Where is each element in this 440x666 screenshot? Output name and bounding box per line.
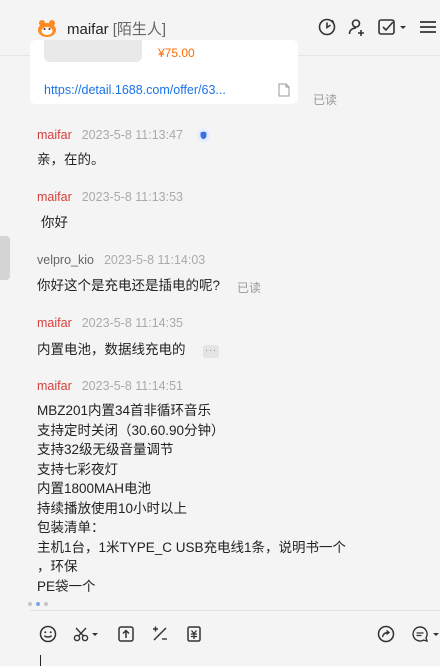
message-text: 你好这个是充电还是插电的呢? [37,278,221,293]
message-meta: maifar 2023-5-8 11:13:47 [37,128,183,142]
product-card[interactable]: ¥75.00 https://detail.1688.com/offer/63.… [30,40,298,104]
product-link[interactable]: https://detail.1688.com/offer/63... [44,83,226,97]
sender-name: maifar [37,128,72,142]
input-toolbar [0,612,440,656]
contact-title: maifar [陌生人] [67,18,166,39]
contact-name: maifar [67,21,109,38]
message-meta: maifar 2023-5-8 11:13:53 [37,190,183,204]
message-line: 主机1台，1米TYPE_C USB充电线1条，说明书一个 [37,539,347,555]
price-tag-icon[interactable] [184,624,204,644]
message-time: 2023-5-8 11:13:47 [81,128,183,142]
refresh-icon[interactable] [316,16,338,38]
message-line: 持续播放使用10小时以上 [37,500,188,516]
message-meta: maifar 2023-5-8 11:14:35 [37,316,183,330]
message-line: 内置1800MAH电池 [37,481,152,496]
side-collapse-tab[interactable] [0,236,10,280]
message-time: 2023-5-8 11:14:03 [103,253,206,267]
chat-settings-icon[interactable] [410,624,440,644]
message-line: PE袋一个 [37,578,96,594]
emoji-icon[interactable] [38,624,58,644]
message-line: ，环保 [37,559,78,574]
message-line: 包装清单： [37,520,105,535]
message-line: 支持32级无级音量调节 [37,442,174,457]
read-status: 已读 [313,93,338,107]
input-divider [30,610,440,611]
message-text: 你好 [41,215,68,230]
product-thumbnail [44,40,142,62]
more-options-icon[interactable]: ··· [203,345,219,358]
screenshot-scissors-icon[interactable] [72,624,100,644]
shield-icon [197,129,210,142]
order-dropdown-icon[interactable] [376,16,408,38]
message-time: 2023-5-8 11:13:53 [81,190,183,204]
message-time: 2023-5-8 11:14:35 [81,316,183,330]
text-input-caret[interactable] [40,655,41,666]
product-price: ¥75.00 [158,46,195,60]
message-time: 2023-5-8 11:14:51 [81,379,183,393]
sender-name: maifar [37,190,72,204]
message-text-multiline: MBZ201内置34首非循环音乐 支持定时关闭（30.60.90分钟） 支持32… [37,401,367,596]
menu-icon[interactable] [418,16,438,38]
share-icon[interactable] [376,624,396,644]
discount-icon[interactable] [150,624,170,644]
read-status: 已读 [237,281,262,295]
message-line: 支持定时关闭（30.60.90分钟） [37,422,225,438]
message-meta: maifar 2023-5-8 11:14:51 [37,379,183,393]
message-line: MBZ201内置34首非循环音乐 [37,403,212,418]
contact-tag: [陌生人] [112,21,167,38]
upload-icon[interactable] [116,624,136,644]
sender-name: maifar [37,316,72,330]
add-contact-icon[interactable] [346,16,368,38]
message-line: 支持七彩夜灯 [37,461,118,477]
document-icon[interactable] [278,83,290,97]
typing-indicator [28,593,52,611]
avatar[interactable] [36,17,58,39]
message-text: 亲，在的。 [37,152,105,167]
message-meta: velpro_kio 2023-5-8 11:14:03 [37,253,205,267]
sender-name: maifar [37,379,72,393]
sender-name: velpro_kio [37,253,94,267]
message-text: 内置电池，数据线充电的 [37,342,186,357]
